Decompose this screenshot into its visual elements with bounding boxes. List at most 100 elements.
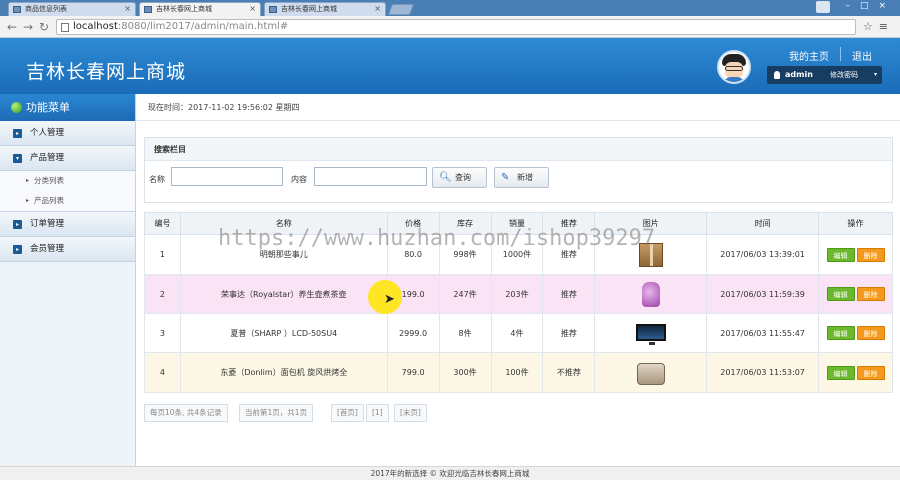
expand-arrow-icon: ▸ — [13, 245, 22, 254]
cell-recommend: 推荐 — [542, 313, 596, 353]
cell-id: 1 — [144, 234, 181, 275]
table-header-row: 编号 名称 价格 库存 销量 推荐 图片 时间 操作 — [144, 212, 893, 235]
table-row[interactable]: 1 明朝那些事儿 80.0 998件 1000件 推荐 2017/06/03 1… — [144, 234, 893, 275]
browser-tab-label: 吉林长春网上商城 — [281, 5, 337, 13]
name-search-input[interactable] — [171, 167, 283, 186]
close-window-icon[interactable]: × — [878, 1, 896, 11]
address-bar[interactable]: localhost:8080/lim2017/admin/main.html# — [56, 19, 856, 35]
delete-button[interactable]: 删除 — [856, 365, 885, 380]
edit-button[interactable]: 编辑 — [826, 287, 855, 301]
main-content: 现在时间：2017-11-02 19:56:02 星期四 搜索栏目 名称 内容 … — [136, 94, 900, 466]
close-tab-icon[interactable]: × — [124, 4, 131, 13]
cell-name: 明朝那些事儿 — [179, 234, 388, 275]
delete-button[interactable]: 删除 — [856, 287, 885, 301]
product-thumbnail[interactable] — [635, 279, 667, 309]
query-button-label: 查询 — [455, 173, 471, 182]
sidebar-header: 功能菜单 — [0, 94, 135, 121]
column-header[interactable]: 操作 — [818, 212, 893, 235]
forward-arrow-icon[interactable]: → — [23, 20, 33, 34]
new-tab-button[interactable] — [387, 4, 415, 15]
column-header[interactable]: 销量 — [490, 212, 544, 235]
column-header[interactable]: 推荐 — [542, 212, 596, 235]
page-favicon-icon — [144, 6, 152, 13]
change-password-link[interactable]: 修改密码 — [830, 66, 858, 84]
cell-stock: 998件 — [438, 234, 492, 275]
delete-button[interactable]: 删除 — [856, 326, 885, 340]
search-icon: 🔍︎ — [439, 172, 452, 183]
chevron-down-icon[interactable]: ▾ — [874, 66, 877, 84]
cell-name: 夏普（SHARP ）LCD-50SU4 — [179, 313, 388, 353]
product-thumbnail[interactable] — [635, 240, 667, 270]
pager-last-link[interactable]: [末页] — [394, 404, 427, 422]
column-header[interactable]: 编号 — [144, 212, 181, 235]
maximize-icon[interactable]: □ — [860, 1, 879, 11]
product-thumbnail[interactable] — [635, 318, 667, 348]
sidebar-item-label: 会员管理 — [30, 244, 65, 254]
sidebar-subitem-products[interactable]: 产品列表 — [0, 191, 135, 211]
browser-tab-label: 商品信息列表 — [25, 5, 67, 13]
edit-button[interactable]: 编辑 — [826, 326, 855, 340]
add-button[interactable]: ✎ 新增 — [494, 167, 549, 188]
table-row[interactable]: 2 荣事达（Royalstar）养生壶煮茶壶 199.0 247件 203件 推… — [144, 274, 893, 314]
browser-tab-2[interactable]: 吉林长春网上商城 × — [139, 2, 261, 16]
column-header[interactable]: 时间 — [706, 212, 820, 235]
book-box-image — [638, 242, 663, 267]
logout-link[interactable]: 退出 — [852, 48, 872, 63]
browser-user-icon[interactable] — [816, 1, 830, 13]
kettle-image — [641, 282, 660, 307]
content-label: 内容 — [291, 175, 307, 184]
edit-button[interactable]: 编辑 — [826, 365, 855, 380]
product-thumbnail[interactable] — [635, 358, 667, 388]
reload-icon[interactable]: ↻ — [39, 20, 49, 34]
user-menu[interactable]: admin 修改密码 ▾ — [767, 66, 882, 84]
table-row[interactable]: 4 东菱（Donlim）面包机 旋风烘烤全 799.0 300件 100件 不推… — [144, 352, 893, 393]
cell-recommend: 推荐 — [542, 274, 596, 314]
back-arrow-icon[interactable]: ← — [7, 20, 17, 34]
edit-button[interactable]: 编辑 — [826, 247, 855, 262]
cell-actions: 编辑 删除 — [818, 352, 893, 393]
tv-image — [635, 324, 666, 345]
collapse-arrow-icon: ▾ — [13, 154, 22, 163]
url-path: :8080/lim2017/admin/main.html# — [117, 21, 289, 32]
sidebar-item-label: 订单管理 — [30, 219, 65, 229]
page-favicon-icon — [13, 6, 21, 13]
pager-page-1-link[interactable]: [1] — [366, 404, 389, 422]
cell-time: 2017/06/03 11:55:47 — [706, 313, 820, 353]
close-tab-icon[interactable]: × — [249, 4, 256, 13]
column-header[interactable]: 图片 — [594, 212, 708, 235]
browser-tab-label: 吉林长春网上商城 — [156, 5, 212, 13]
sidebar-item-label: 产品管理 — [30, 153, 65, 163]
name-label: 名称 — [149, 175, 165, 184]
table-row[interactable]: 3 夏普（SHARP ）LCD-50SU4 2999.0 8件 4件 推荐 20… — [144, 313, 893, 353]
cell-sales: 203件 — [490, 274, 544, 314]
column-header[interactable]: 名称 — [179, 212, 388, 235]
sidebar-item-orders[interactable]: ▸ 订单管理 — [0, 212, 135, 237]
cell-time: 2017/06/03 11:53:07 — [706, 352, 820, 393]
sidebar-item-personal[interactable]: ▸ 个人管理 — [0, 121, 135, 146]
minimize-icon[interactable]: – — [845, 1, 860, 11]
cell-image — [594, 274, 708, 314]
close-tab-icon[interactable]: × — [374, 4, 381, 13]
sidebar-subitem-categories[interactable]: 分类列表 — [0, 171, 135, 191]
my-home-link[interactable]: 我的主页 — [789, 48, 829, 63]
column-header[interactable]: 价格 — [386, 212, 440, 235]
sidebar-item-products[interactable]: ▾ 产品管理 — [0, 146, 135, 171]
sidebar-item-members[interactable]: ▸ 会员管理 — [0, 237, 135, 262]
current-time: 现在时间：2017-11-02 19:56:02 星期四 — [136, 94, 900, 121]
cell-price: 2999.0 — [386, 313, 440, 353]
content-search-input[interactable] — [314, 167, 427, 186]
search-panel-title: 搜索栏目 — [145, 138, 892, 161]
pager-first-link[interactable]: [首页] — [331, 404, 364, 422]
browser-menu-icons[interactable]: ☆≡ — [863, 20, 894, 33]
header-divider — [840, 47, 841, 61]
browser-tab-3[interactable]: 吉林长春网上商城 × — [264, 2, 386, 16]
cell-sales: 1000件 — [490, 234, 544, 275]
delete-button[interactable]: 删除 — [856, 247, 885, 262]
column-header[interactable]: 库存 — [438, 212, 492, 235]
query-button[interactable]: 🔍︎ 查询 — [432, 167, 487, 188]
browser-tab-1[interactable]: 商品信息列表 × — [8, 2, 136, 16]
cell-id: 4 — [144, 352, 181, 393]
cell-actions: 编辑 删除 — [818, 274, 893, 314]
cell-actions: 编辑 删除 — [818, 234, 893, 275]
sidebar-item-label: 个人管理 — [30, 128, 65, 138]
